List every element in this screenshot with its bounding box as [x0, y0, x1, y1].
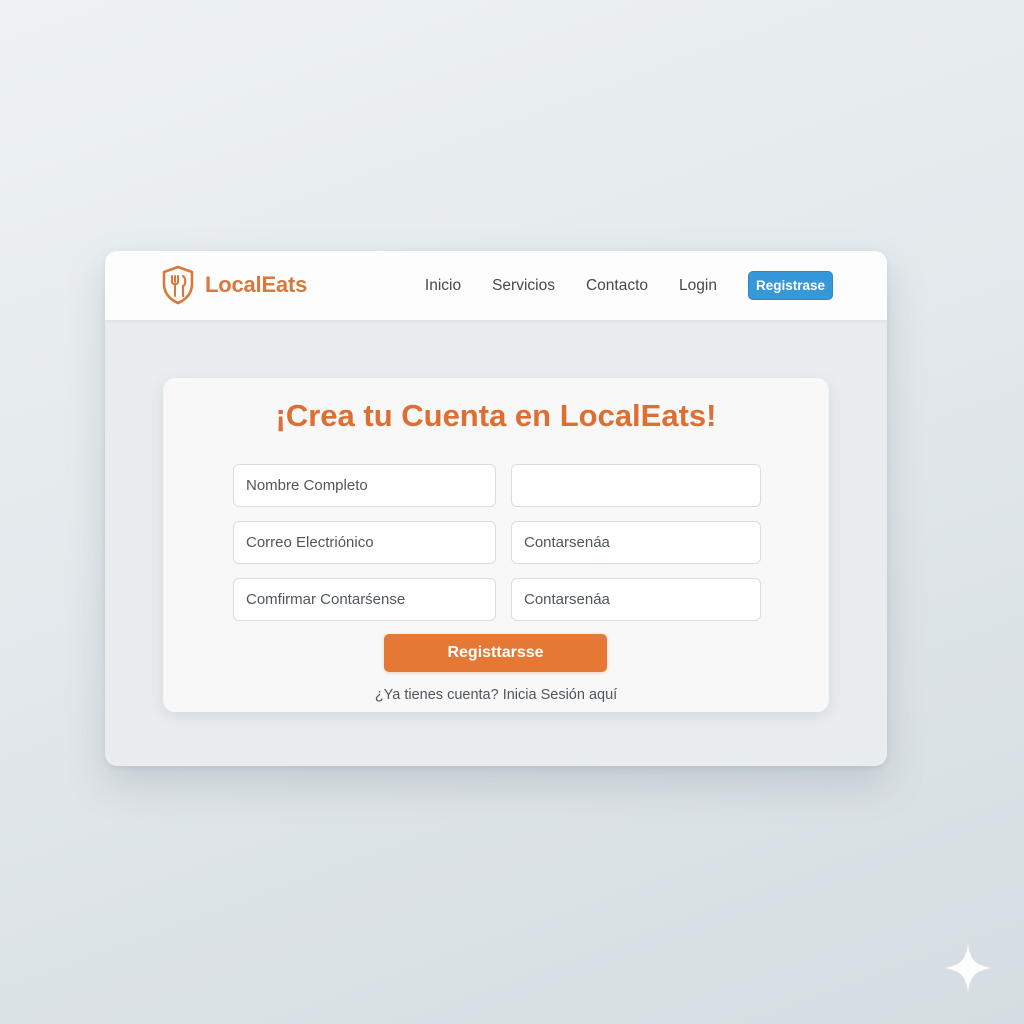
brand-name: LocalEats [205, 272, 308, 297]
fork-knife-shield-icon [162, 265, 194, 305]
submit-register-button[interactable]: Registtarsse [384, 634, 607, 672]
browser-window: LocalEats Inicio Servicios Contacto Logi… [105, 251, 887, 766]
nav-link-inicio[interactable]: Inicio [425, 272, 461, 300]
sparkle-icon [944, 944, 992, 992]
email-field[interactable] [233, 521, 496, 564]
confirm-password-field[interactable] [233, 578, 496, 621]
password-field[interactable] [511, 521, 761, 564]
nav-register-button[interactable]: Registrase [747, 271, 833, 300]
brand[interactable]: LocalEats [161, 265, 307, 305]
login-prompt-link[interactable]: ¿Ya tienes cuenta? Inicia Sesión aquí [163, 687, 829, 703]
signup-card: ¡Crea tu Cuenta en LocalEats! Registtars… [163, 378, 829, 712]
nav-link-servicios[interactable]: Servicios [492, 272, 555, 300]
full-name-field[interactable] [233, 464, 496, 507]
nav-link-login[interactable]: Login [679, 272, 717, 300]
nav-links: Inicio Servicios Contacto Login Registra… [425, 271, 833, 300]
blank-field[interactable] [511, 464, 761, 507]
signup-title: ¡Crea tu Cuenta en LocalEats! [275, 398, 717, 433]
navbar: LocalEats Inicio Servicios Contacto Logi… [105, 251, 887, 321]
nav-link-contacto[interactable]: Contacto [586, 272, 648, 300]
password-field-2[interactable] [511, 578, 761, 621]
